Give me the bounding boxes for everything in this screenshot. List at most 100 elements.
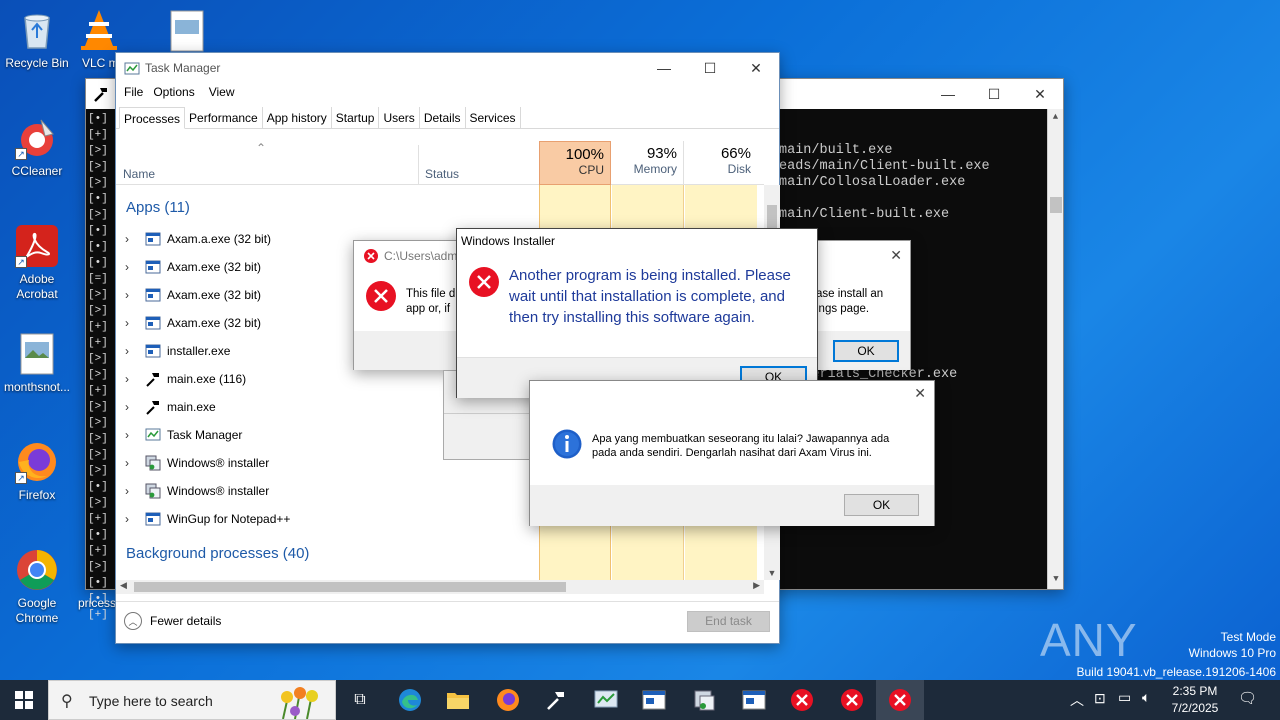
dialog-text-left: This file d app or, if bbox=[406, 288, 456, 315]
monitor-icon[interactable]: ▭ bbox=[1118, 689, 1131, 706]
tab-performance[interactable]: Performance bbox=[185, 107, 263, 129]
chevron-right-icon[interactable]: › bbox=[116, 288, 138, 302]
desktop-icon-recycle-bin[interactable]: Recycle Bin bbox=[0, 8, 74, 71]
process-hscroll[interactable]: ◀ ▶ bbox=[116, 580, 764, 594]
scroll-up-icon[interactable]: ▲ bbox=[1048, 109, 1063, 125]
process-row[interactable]: › Windows® installer bbox=[116, 477, 536, 505]
console-window-left[interactable]: [•] [+] [>] [>] [>] [•] [>] [•] [•] [•] [=] [>] [>] [… bbox=[85, 78, 119, 621]
desktop-icon-label: Adobe Acrobat bbox=[16, 272, 58, 301]
start-button[interactable] bbox=[0, 680, 48, 720]
window-app-icon bbox=[145, 343, 161, 359]
console-gutter-line: [>] bbox=[88, 449, 108, 461]
menu-view[interactable]: View bbox=[203, 85, 241, 105]
windows-logo-icon bbox=[15, 691, 33, 709]
network-icon[interactable]: ⊡ bbox=[1094, 690, 1106, 707]
scroll-down-icon[interactable]: ▼ bbox=[1048, 571, 1064, 587]
console-scrollbar[interactable]: ▲ ▼ bbox=[1047, 109, 1063, 589]
console-gutter-line: [•] bbox=[88, 529, 108, 541]
close-icon[interactable]: ✕ bbox=[733, 53, 779, 83]
app-window-taskbar-icon-2[interactable] bbox=[730, 680, 778, 720]
search-box[interactable]: ⚲ Type here to search bbox=[48, 680, 336, 720]
chevron-right-icon[interactable]: › bbox=[116, 484, 138, 498]
tab-startup[interactable]: Startup bbox=[332, 107, 380, 129]
console-left-gutter: [•] [+] [>] [>] [>] [•] [>] [•] [•] [•] [=] [>] [>] [… bbox=[88, 111, 108, 623]
column-status[interactable]: Status bbox=[425, 167, 459, 181]
minimize-icon[interactable]: — bbox=[641, 53, 687, 83]
close-icon[interactable]: ✕ bbox=[914, 385, 926, 402]
chevron-right-icon[interactable]: › bbox=[116, 344, 138, 358]
file-explorer-icon[interactable] bbox=[434, 680, 482, 720]
maximize-icon[interactable]: ☐ bbox=[687, 53, 733, 83]
hammer-taskbar-icon[interactable] bbox=[532, 680, 580, 720]
column-memory[interactable]: 93% Memory bbox=[612, 141, 684, 185]
dialog-text-right: ase install an ings page. bbox=[816, 288, 884, 315]
edge-icon[interactable] bbox=[386, 680, 434, 720]
tab-details[interactable]: Details bbox=[420, 107, 466, 129]
desktop-icon-acrobat[interactable]: ↗ Adobe Acrobat bbox=[0, 224, 74, 302]
app-window-taskbar-icon[interactable] bbox=[630, 680, 678, 720]
desktop-icon-firefox[interactable]: ↗ Firefox bbox=[0, 440, 74, 503]
clock[interactable]: 2:35 PM 7/2/2025 bbox=[1166, 683, 1224, 717]
firefox-taskbar-icon[interactable] bbox=[484, 680, 532, 720]
scroll-down-icon[interactable]: ▼ bbox=[764, 568, 780, 578]
notification-icon[interactable]: 🗨︎ bbox=[1238, 689, 1257, 707]
end-task-button[interactable]: End task bbox=[687, 611, 770, 632]
process-row[interactable]: › WinGup for Notepad++ bbox=[116, 505, 536, 533]
desktop-file-icon[interactable] bbox=[170, 10, 204, 52]
installer-taskbar-icon[interactable] bbox=[680, 680, 728, 720]
hscroll-thumb[interactable] bbox=[134, 582, 566, 592]
scroll-thumb[interactable] bbox=[1050, 197, 1062, 213]
chevron-right-icon[interactable]: › bbox=[116, 316, 138, 330]
search-icon: ⚲ bbox=[61, 693, 73, 710]
column-disk[interactable]: 66% Disk bbox=[685, 141, 757, 185]
ok-button[interactable]: OK bbox=[844, 494, 919, 516]
chevron-right-icon[interactable]: › bbox=[116, 400, 138, 414]
volume-icon[interactable]: 🔈︎ bbox=[1142, 689, 1150, 706]
task-manager-titlebar[interactable]: Task Manager — ☐ ✕ bbox=[116, 53, 779, 83]
error-taskbar-icon-1[interactable] bbox=[778, 680, 826, 720]
background-group-header: Background processes (40) bbox=[126, 545, 310, 562]
scroll-right-icon[interactable]: ▶ bbox=[753, 580, 760, 591]
error-taskbar-icon-2[interactable] bbox=[828, 680, 876, 720]
search-decoration-icon bbox=[273, 683, 329, 720]
desktop-icon-ccleaner[interactable]: ↗ CCleaner bbox=[0, 116, 74, 179]
chevron-right-icon[interactable]: › bbox=[116, 260, 138, 274]
console-gutter-line: [•] bbox=[88, 225, 108, 237]
menu-options[interactable]: Options bbox=[151, 85, 202, 105]
scroll-left-icon[interactable]: ◀ bbox=[120, 580, 127, 591]
chevron-right-icon[interactable]: › bbox=[116, 232, 138, 246]
minimize-icon[interactable]: — bbox=[925, 79, 971, 109]
tab-app-history[interactable]: App history bbox=[263, 107, 332, 129]
task-manager-taskbar-icon[interactable] bbox=[582, 680, 630, 720]
maximize-icon[interactable]: ☐ bbox=[971, 79, 1017, 109]
tab-processes[interactable]: Processes bbox=[119, 107, 186, 129]
column-headers: ⌃ Name Status 100% CPU 93% Memory 66% Di… bbox=[116, 141, 764, 185]
task-view-icon[interactable]: ⧉ bbox=[336, 680, 384, 720]
error-taskbar-icon-3[interactable] bbox=[876, 680, 924, 720]
console-gutter-line: [•] bbox=[88, 193, 108, 205]
chevron-right-icon[interactable]: › bbox=[116, 456, 138, 470]
window-app-icon bbox=[145, 315, 161, 331]
windows-installer-dialog[interactable]: Windows Installer Another program is bei… bbox=[456, 228, 818, 398]
close-icon[interactable]: ✕ bbox=[890, 247, 902, 264]
dialog-title: C:\Users\adm bbox=[384, 249, 458, 263]
chevron-right-icon[interactable]: › bbox=[116, 372, 138, 386]
chevron-right-icon[interactable]: › bbox=[116, 512, 138, 526]
tab-services[interactable]: Services bbox=[466, 107, 521, 129]
fewer-details-button[interactable]: ︿ Fewer details bbox=[124, 612, 221, 630]
column-name[interactable]: Name bbox=[123, 167, 155, 181]
desktop-icon-monthsnot[interactable]: monthsnot... bbox=[0, 332, 74, 395]
column-cpu[interactable]: 100% CPU bbox=[539, 141, 611, 185]
chevron-right-icon[interactable]: › bbox=[116, 428, 138, 442]
window-title: Task Manager bbox=[145, 61, 221, 75]
menu-file[interactable]: File bbox=[116, 85, 151, 105]
ok-button[interactable]: OK bbox=[833, 340, 899, 362]
info-dialog[interactable]: ✕ Apa yang membuatkan seseorang itu lala… bbox=[529, 380, 935, 526]
desktop-icon-chrome[interactable]: Google Chrome bbox=[0, 548, 74, 626]
tab-users[interactable]: Users bbox=[379, 107, 420, 129]
clock-time: 2:35 PM bbox=[1172, 684, 1218, 698]
close-icon[interactable]: ✕ bbox=[1017, 79, 1063, 109]
console-line: eads/main/Client-built.exe bbox=[779, 159, 990, 174]
tray-chevron-icon[interactable]: ︿ bbox=[1070, 690, 1084, 710]
